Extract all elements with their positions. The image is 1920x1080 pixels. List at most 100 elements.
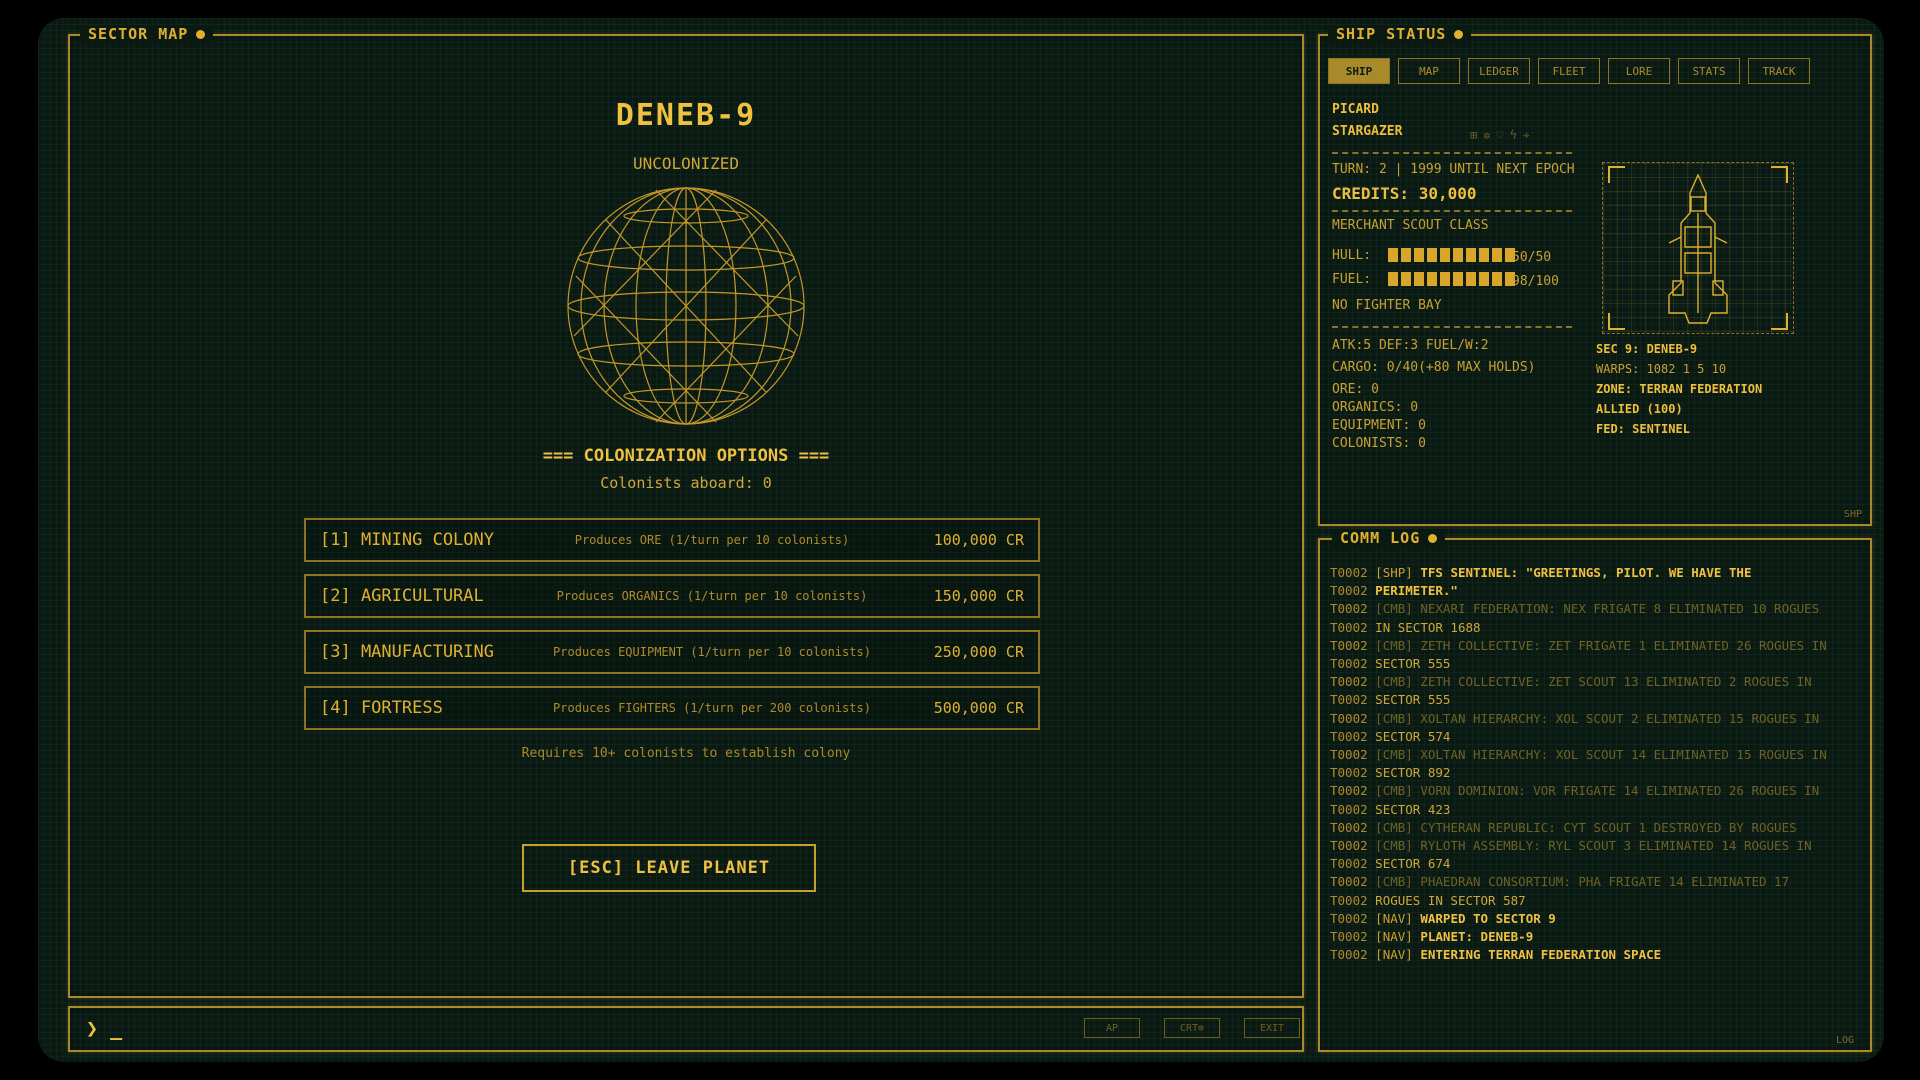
log-message: ROGUES IN SECTOR 587 — [1375, 892, 1526, 908]
ship-status-title: SHIP STATUS — [1328, 25, 1472, 43]
log-tag: [NAV] — [1375, 947, 1413, 963]
shield-icon: ♡ — [1496, 128, 1510, 142]
log-turn: T0002 — [1330, 947, 1368, 963]
option-manufacturing[interactable]: [3] MANUFACTURING Produces EQUIPMENT (1/… — [304, 630, 1040, 674]
log-message: SECTOR 574 — [1375, 728, 1451, 744]
ore: ORE: 0 — [1332, 382, 1379, 397]
ship-name: STARGAZER — [1332, 124, 1403, 139]
tab-stats[interactable]: STATS — [1678, 58, 1740, 84]
leave-planet-button[interactable]: [ESC] LEAVE PLANET — [522, 844, 816, 892]
ap-button[interactable]: AP — [1084, 1018, 1140, 1038]
credits: CREDITS: 30,000 — [1332, 184, 1477, 203]
log-turn: T0002 — [1330, 728, 1368, 744]
bar-segment — [1479, 248, 1489, 262]
log-line: T0002 SECTOR 555 — [1330, 655, 1860, 673]
bar-segment — [1427, 272, 1437, 286]
planet-status: UNCOLONIZED — [633, 154, 739, 173]
log-turn: T0002 — [1330, 819, 1368, 835]
log-message: NEXARI FEDERATION: NEX FRIGATE 8 ELIMINA… — [1420, 601, 1820, 617]
fighter-bay: NO FIGHTER BAY — [1332, 298, 1442, 313]
log-turn: T0002 — [1330, 874, 1368, 890]
log-line: T0002 [CMB] ZETH COLLECTIVE: ZET FRIGATE… — [1330, 637, 1860, 655]
grid-icon: ⊞ — [1470, 128, 1484, 142]
sector-map-title: SECTOR MAP — [80, 25, 214, 43]
sector-location: SEC 9: DENEB-9 — [1596, 342, 1698, 356]
status-dot-icon — [196, 29, 206, 39]
log-turn: T0002 — [1330, 783, 1368, 799]
log-message: ENTERING TERRAN FEDERATION SPACE — [1420, 947, 1662, 963]
log-tag: [CMB] — [1375, 601, 1413, 617]
log-turn: T0002 — [1330, 710, 1368, 726]
log-message: SECTOR 555 — [1375, 656, 1451, 672]
log-turn: T0002 — [1330, 637, 1368, 653]
tab-ship[interactable]: SHIP — [1328, 58, 1390, 84]
option-price: 500,000 CR — [933, 699, 1024, 717]
bar-segment — [1453, 272, 1463, 286]
option-price: 250,000 CR — [933, 643, 1024, 661]
bar-segment — [1388, 248, 1398, 262]
option-desc: Produces ORE (1/turn per 10 colonists) — [574, 533, 850, 547]
option-fortress[interactable]: [4] FORTRESS Produces FIGHTERS (1/turn p… — [304, 686, 1040, 730]
command-bar: ❯ _ AP CRT⊕ EXIT — [68, 1006, 1304, 1052]
log-line: T0002 SECTOR 674 — [1330, 855, 1860, 873]
log-tag: [CMB] — [1375, 637, 1413, 653]
ship-corner-tag: SHP — [1843, 509, 1862, 520]
ship-status-title-text: SHIP STATUS — [1336, 25, 1447, 43]
bar-segment — [1466, 248, 1476, 262]
tab-lore[interactable]: LORE — [1608, 58, 1670, 84]
bar-segment — [1492, 272, 1502, 286]
log-turn: T0002 — [1330, 565, 1368, 580]
bolt-icon: ϟ — [1509, 128, 1523, 142]
log-line: T0002 PERIMETER." — [1330, 582, 1860, 600]
log-line: T0002 SECTOR 892 — [1330, 764, 1860, 782]
colonization-options-title: === COLONIZATION OPTIONS === — [542, 446, 830, 466]
log-tag: [CMB] — [1375, 674, 1413, 690]
log-line: T0002 [NAV] PLANET: DENEB-9 — [1330, 928, 1860, 946]
bar-segment — [1466, 272, 1476, 286]
allied-status: ALLIED (100) — [1596, 402, 1683, 416]
planet-wireframe-globe-icon — [567, 187, 805, 425]
divider — [1332, 210, 1572, 212]
colonists-cargo: COLONISTS: 0 — [1332, 436, 1426, 451]
tab-fleet[interactable]: FLEET — [1538, 58, 1600, 84]
tab-track[interactable]: TRACK — [1748, 58, 1810, 84]
planet-name: DENEB-9 — [615, 98, 757, 133]
option-mining-colony[interactable]: [1] MINING COLONY Produces ORE (1/turn p… — [304, 518, 1040, 562]
log-turn: T0002 — [1330, 583, 1368, 599]
log-message: SECTOR 892 — [1375, 765, 1451, 781]
comm-log-title-text: COMM LOG — [1340, 529, 1421, 547]
crt-button[interactable]: CRT⊕ — [1164, 1018, 1220, 1038]
divider — [1332, 326, 1572, 328]
log-line: T0002 [SHP] TFS SENTINEL: "GREETINGS, PI… — [1330, 564, 1860, 582]
bar-segment — [1414, 248, 1424, 262]
comm-log-title: COMM LOG — [1332, 529, 1446, 547]
organics: ORGANICS: 0 — [1332, 400, 1419, 415]
option-name: [3] MANUFACTURING — [320, 642, 494, 662]
log-message: PLANET: DENEB-9 — [1420, 929, 1534, 945]
bar-segment — [1453, 248, 1463, 262]
hull-label: HULL: — [1332, 248, 1372, 263]
comm-log-list[interactable]: T0002 [SHP] TFS SENTINEL: "GREETINGS, PI… — [1330, 564, 1860, 964]
log-tag: [CMB] — [1375, 783, 1413, 799]
tab-map[interactable]: MAP — [1398, 58, 1460, 84]
option-agricultural[interactable]: [2] AGRICULTURAL Produces ORGANICS (1/tu… — [304, 574, 1040, 618]
combat-stats: ATK:5 DEF:3 FUEL/W:2 — [1332, 338, 1489, 353]
log-line: T0002 IN SECTOR 1688 — [1330, 619, 1860, 637]
pilot-name: PICARD — [1332, 102, 1379, 117]
status-dot-icon — [1428, 533, 1438, 543]
log-tag: [SHP] — [1375, 565, 1413, 580]
log-tag: [NAV] — [1375, 910, 1413, 926]
zone: ZONE: TERRAN FEDERATION — [1596, 382, 1763, 396]
exit-button[interactable]: EXIT — [1244, 1018, 1300, 1038]
log-message: TFS SENTINEL: "GREETINGS, PILOT. WE HAVE… — [1420, 565, 1752, 580]
log-turn: T0002 — [1330, 656, 1368, 672]
command-prompt[interactable]: ❯ _ — [86, 1016, 122, 1040]
bar-segment — [1479, 272, 1489, 286]
option-desc: Produces EQUIPMENT (1/turn per 10 coloni… — [553, 645, 871, 659]
fed-status: FED: SENTINEL — [1596, 422, 1690, 436]
option-desc: Produces ORGANICS (1/turn per 10 colonis… — [556, 589, 868, 603]
colony-requirement: Requires 10+ colonists to establish colo… — [521, 746, 851, 761]
tab-ledger[interactable]: LEDGER — [1468, 58, 1530, 84]
log-line: T0002 [CMB] XOLTAN HIERARCHY: XOL SCOUT … — [1330, 710, 1860, 728]
bar-segment — [1440, 272, 1450, 286]
